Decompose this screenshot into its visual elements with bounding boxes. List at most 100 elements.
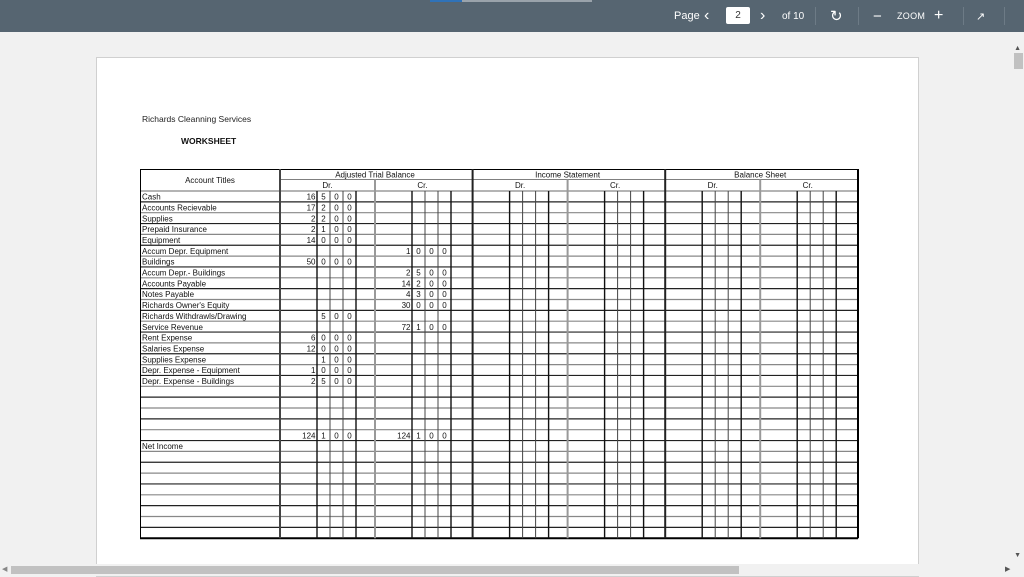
dr-header: Dr. (515, 181, 525, 190)
toolbar-divider (963, 7, 964, 25)
amount-digit: 0 (347, 214, 352, 223)
account-title: Accum Depr. Equipment (142, 247, 229, 256)
amount-digit: 0 (442, 279, 447, 288)
amount-digit: 0 (334, 377, 339, 386)
section-header: Adjusted Trial Balance (335, 171, 415, 180)
amount-digit: 1 (416, 431, 421, 440)
scroll-right-arrow-icon[interactable]: ▶ (1005, 565, 1010, 573)
plus-icon[interactable]: + (934, 0, 943, 32)
amount-digit: 0 (334, 258, 339, 267)
amount-digit: 2 (321, 214, 326, 223)
amount-digit: 0 (347, 193, 352, 202)
amount-digit: 0 (442, 269, 447, 278)
amount-digit: 0 (347, 366, 352, 375)
amount-digit: 0 (416, 301, 421, 310)
amount-digit: 0 (429, 269, 434, 278)
account-title: Notes Payable (142, 290, 195, 299)
amount-digit: 0 (442, 247, 447, 256)
scroll-down-arrow-icon[interactable]: ▼ (1014, 552, 1021, 559)
amount-digit: 0 (347, 431, 352, 440)
amount-whole: 2 (311, 214, 316, 223)
amount-whole: 4 (406, 290, 411, 299)
dr-header: Dr. (708, 181, 718, 190)
amount-digit: 0 (334, 431, 339, 440)
amount-whole: 14 (307, 236, 316, 245)
scroll-up-arrow-icon[interactable]: ▲ (1014, 45, 1021, 52)
amount-digit: 1 (321, 431, 326, 440)
worksheet-title: WORKSHEET (181, 136, 237, 146)
account-title: Prepaid Insurance (142, 225, 207, 234)
amount-whole: 124 (397, 431, 411, 440)
horizontal-scrollbar[interactable]: ◀ ▶ (0, 564, 1024, 576)
amount-digit: 0 (442, 301, 447, 310)
collapse-arrows-icon[interactable]: ↗︎ (976, 0, 985, 32)
horizontal-scrollbar-thumb[interactable] (11, 566, 739, 574)
amount-digit: 0 (347, 334, 352, 343)
account-title: Buildings (142, 258, 174, 267)
account-title: Service Revenue (142, 323, 203, 332)
amount-digit: 0 (334, 193, 339, 202)
amount-digit: 5 (321, 312, 326, 321)
amount-digit: 2 (321, 203, 326, 212)
account-title: Net Income (142, 442, 183, 451)
amount-whole: 1 (311, 366, 316, 375)
amount-digit: 0 (334, 355, 339, 364)
amount-digit: 0 (429, 431, 434, 440)
amount-digit: 2 (416, 279, 421, 288)
minus-icon[interactable]: − (873, 0, 882, 32)
amount-digit: 1 (416, 323, 421, 332)
account-title: Supplies Expense (142, 355, 207, 364)
account-title: Cash (142, 193, 161, 202)
amount-digit: 0 (429, 279, 434, 288)
amount-whole: 72 (402, 323, 411, 332)
amount-whole: 12 (307, 344, 316, 353)
amount-whole: 2 (311, 377, 316, 386)
account-title: Salaries Expense (142, 344, 205, 353)
amount-whole: 14 (402, 279, 411, 288)
pdf-toolbar: Page ‹ › of 10 ↻ − ZOOM + ↗︎ (0, 0, 1024, 32)
rotate-icon[interactable]: ↻ (830, 0, 843, 32)
section-header: Balance Sheet (734, 171, 787, 180)
amount-digit: 0 (347, 258, 352, 267)
account-title: Accum Depr.- Buildings (142, 269, 225, 278)
cr-header: Cr. (417, 181, 427, 190)
amount-digit: 0 (429, 247, 434, 256)
account-title: Richards Withdrawls/Drawing (142, 312, 246, 321)
company-name: Richards Cleanning Services (142, 114, 252, 124)
page-label: Page (674, 10, 700, 22)
scroll-left-arrow-icon[interactable]: ◀ (2, 565, 7, 573)
toolbar-divider (1004, 7, 1005, 25)
toolbar-divider (815, 7, 816, 25)
amount-whole: 1 (406, 247, 411, 256)
amount-digit: 0 (442, 323, 447, 332)
amount-digit: 0 (334, 312, 339, 321)
amount-digit: 0 (321, 344, 326, 353)
amount-digit: 0 (416, 247, 421, 256)
vertical-scrollbar-thumb[interactable] (1014, 53, 1023, 69)
amount-digit: 0 (334, 236, 339, 245)
vertical-scrollbar[interactable] (1010, 32, 1024, 564)
amount-digit: 0 (334, 203, 339, 212)
chevron-left-icon[interactable]: ‹ (704, 0, 709, 32)
amount-digit: 5 (321, 377, 326, 386)
amount-digit: 0 (334, 225, 339, 234)
cr-header: Cr. (803, 181, 813, 190)
total-pages-label: of 10 (782, 10, 805, 22)
page-number-input[interactable] (726, 7, 750, 24)
account-title: Supplies (142, 214, 173, 223)
amount-whole: 16 (307, 193, 316, 202)
amount-whole: 50 (307, 258, 316, 267)
account-title: Equipment (142, 236, 181, 245)
amount-digit: 0 (347, 355, 352, 364)
chevron-right-icon[interactable]: › (760, 0, 765, 32)
account-titles-header: Account Titles (185, 176, 235, 185)
account-title: Depr. Expense - Buildings (142, 377, 234, 386)
amount-digit: 0 (347, 236, 352, 245)
amount-whole: 2 (406, 269, 411, 278)
amount-digit: 0 (334, 214, 339, 223)
amount-digit: 0 (321, 334, 326, 343)
loading-bar-fill (430, 0, 462, 2)
account-title: Richards Owner's Equity (142, 301, 229, 310)
loading-bar-track (462, 0, 592, 2)
worksheet-table: Adjusted Trial Balance Dr. Cr. Income State… (140, 169, 878, 549)
